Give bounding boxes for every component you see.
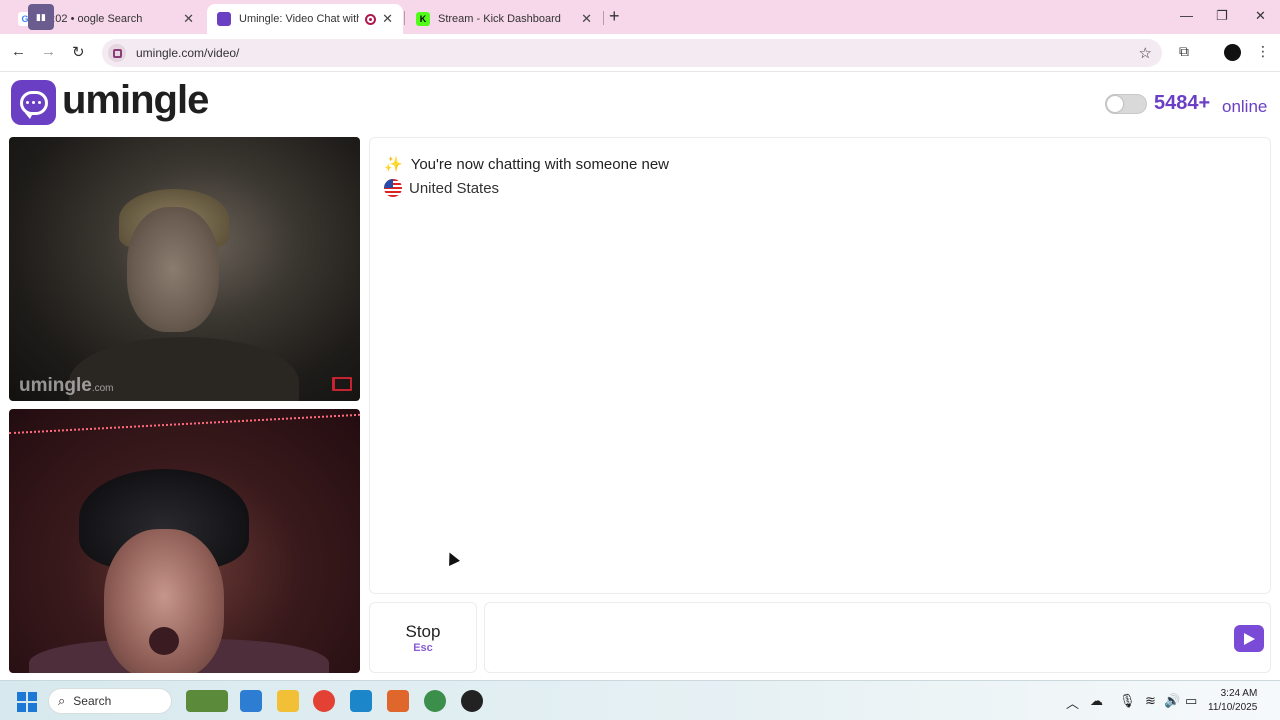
back-arrow-icon[interactable]: ← <box>11 43 26 60</box>
video-watermark: umingle.com <box>19 375 114 396</box>
message-box[interactable] <box>484 602 1271 673</box>
chat-panel: ✨ You're now chatting with someone new Un… <box>369 137 1271 594</box>
tab-umingle[interactable]: Umingle: Video Chat with St ✕ <box>207 4 403 34</box>
tab-title: Stream - Kick Dashboard <box>438 13 561 25</box>
message-input[interactable] <box>495 621 1215 655</box>
store-icon[interactable] <box>350 690 372 712</box>
bookmark-star-icon[interactable]: ☆ <box>1139 44 1152 62</box>
profile-avatar[interactable] <box>1224 44 1241 61</box>
forward-arrow-icon[interactable]: → <box>41 43 56 60</box>
theme-toggle[interactable] <box>1105 94 1147 114</box>
tab-separator <box>603 11 604 25</box>
cast-icon[interactable]: ⧉ <box>1179 43 1189 60</box>
browser-menu-icon[interactable]: ⋮ <box>1256 43 1270 60</box>
close-tab-icon[interactable]: ✕ <box>581 11 592 27</box>
clock-time: 3:24 AM <box>1220 688 1258 699</box>
address-bar[interactable]: umingle.com/video/ ☆ <box>102 39 1162 67</box>
windows-start-icon[interactable] <box>17 692 37 712</box>
search-icon: ⌕ <box>58 693 66 708</box>
tab-title: Umingle: Video Chat with St <box>239 13 359 25</box>
online-label: online <box>1222 97 1268 116</box>
local-person-mouth <box>149 627 179 655</box>
umingle-logo-icon[interactable] <box>11 80 56 125</box>
app-icon[interactable] <box>387 690 409 712</box>
tab-separator <box>404 11 405 25</box>
window-close-icon[interactable]: ✕ <box>1255 8 1266 24</box>
online-count: 5484+ <box>1154 92 1211 114</box>
send-icon <box>1243 632 1255 645</box>
tab-kick-dashboard[interactable]: K Stream - Kick Dashboard ✕ <box>406 4 602 34</box>
kick-favicon-icon: K <box>416 12 430 26</box>
chrome-active-icon[interactable] <box>424 690 446 712</box>
close-tab-icon[interactable]: ✕ <box>382 11 393 27</box>
file-explorer-icon[interactable] <box>277 690 299 712</box>
umingle-page: umingle 5484+ online umingle.com ✨ You're… <box>0 72 1280 680</box>
browser-toolbar: ← → ↻ umingle.com/video/ ☆ ⧉ ⋮ <box>0 34 1280 72</box>
chrome-icon[interactable] <box>313 690 335 712</box>
url-text[interactable]: umingle.com/video/ <box>136 46 239 60</box>
taskbar-clock[interactable]: 3:24 AM 11/10/2025 <box>1208 687 1257 715</box>
maximize-icon[interactable]: ❐ <box>1216 8 1228 24</box>
remote-video: umingle.com <box>9 137 360 401</box>
wifi-icon[interactable]: ≋ <box>1145 693 1156 709</box>
minimize-icon[interactable]: — <box>1180 8 1193 23</box>
local-video <box>9 409 360 673</box>
widgets-icon[interactable] <box>186 690 228 712</box>
chat-country: United States <box>384 179 499 197</box>
battery-icon[interactable]: ▭ <box>1185 693 1197 709</box>
volume-icon[interactable]: 🔊 <box>1164 693 1180 709</box>
remote-person-face <box>127 207 219 332</box>
obs-icon[interactable] <box>461 690 483 712</box>
close-tab-icon[interactable]: ✕ <box>183 11 194 27</box>
windows-taskbar: ⌕ Search ︿ ☁ 🎙 ≋ 🔊 ▭ 3:24 AM 11/10/2025 <box>0 680 1280 720</box>
us-flag-icon <box>384 179 402 197</box>
send-button[interactable] <box>1234 625 1264 652</box>
report-flag-icon[interactable] <box>332 377 352 391</box>
onedrive-icon[interactable]: ☁ <box>1090 693 1103 709</box>
stop-shortcut-label: Esc <box>413 641 433 654</box>
tray-overflow-icon[interactable]: ︿ <box>1066 693 1079 712</box>
new-tab-icon[interactable]: + <box>609 6 620 27</box>
sparkle-icon: ✨ <box>384 156 403 173</box>
clock-date: 11/10/2025 <box>1208 702 1258 713</box>
browser-tab-strip: G 12:02 • oogle Search ✕ Umingle: Video … <box>0 0 1280 34</box>
teams-icon[interactable] <box>240 690 262 712</box>
site-info-icon[interactable] <box>108 44 126 62</box>
recording-icon <box>365 13 377 25</box>
umingle-favicon-icon <box>217 12 231 26</box>
twitch-overlay-icon: ▮▮ <box>28 4 54 30</box>
stop-button[interactable]: Stop Esc <box>369 602 477 673</box>
microphone-icon[interactable]: 🎙 <box>1119 693 1136 709</box>
stop-button-label: Stop <box>405 621 441 641</box>
led-lights <box>9 413 360 455</box>
chat-status-message: ✨ You're now chatting with someone new <box>384 156 669 173</box>
reload-icon[interactable]: ↻ <box>72 43 85 61</box>
umingle-logo-text[interactable]: umingle <box>62 78 209 123</box>
taskbar-search[interactable]: ⌕ Search <box>48 688 172 714</box>
tab-title: 12:02 • oogle Search <box>40 13 143 25</box>
